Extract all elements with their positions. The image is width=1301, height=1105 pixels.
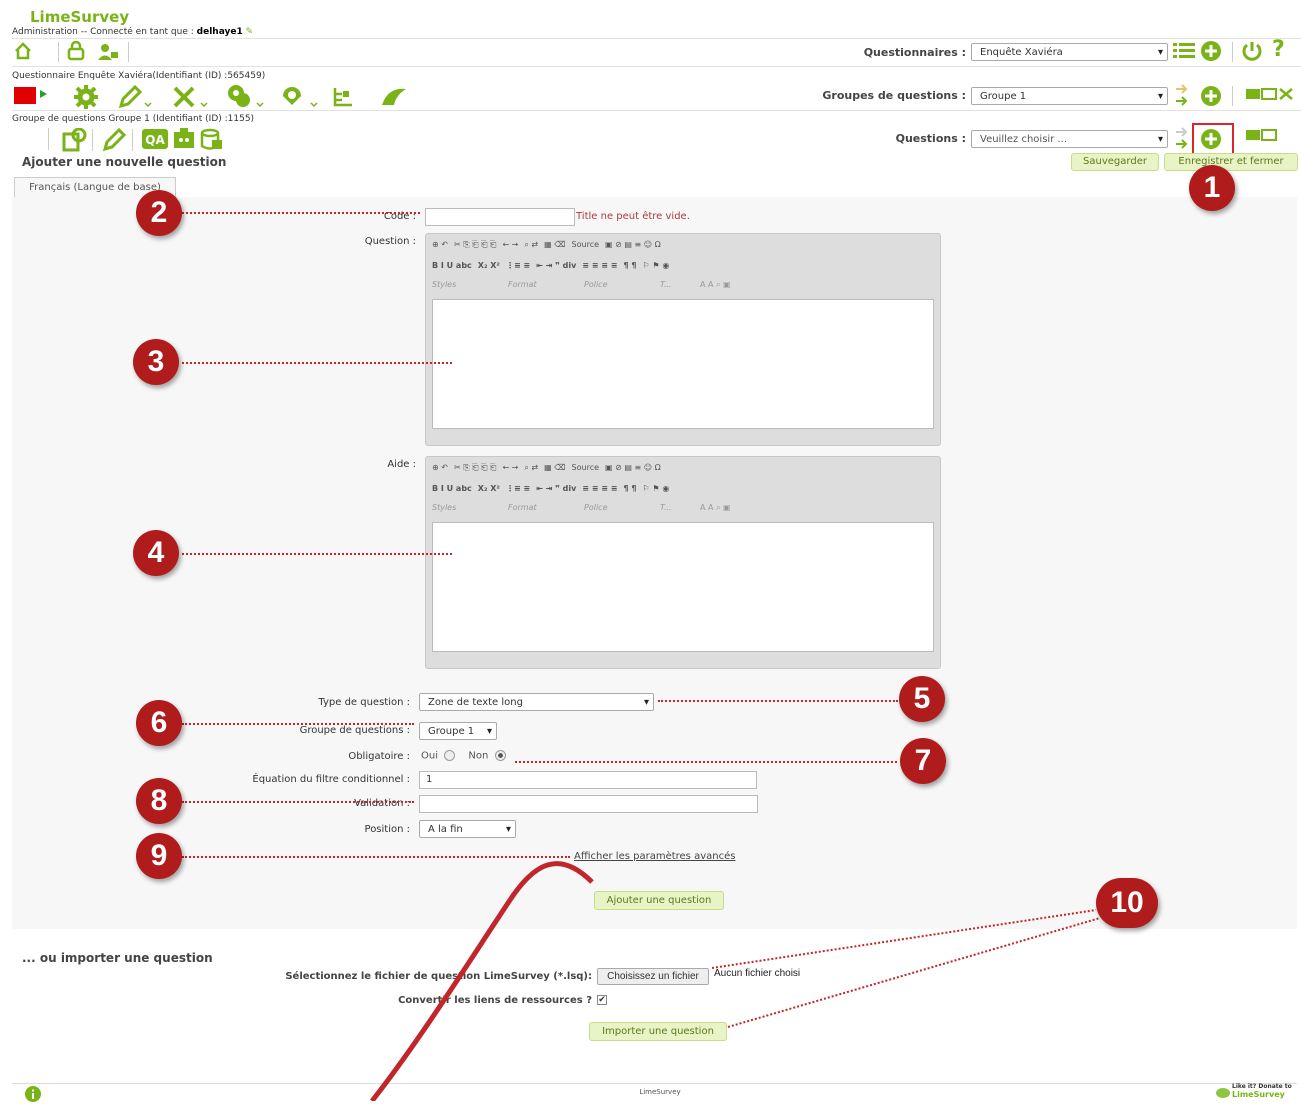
- marker-3: 3: [133, 339, 179, 385]
- annotation-lines: [370, 861, 1101, 1101]
- marker-10: 10: [1096, 878, 1158, 928]
- marker-4: 4: [133, 530, 179, 576]
- marker-8: 8: [136, 778, 182, 824]
- leader-10a: [711, 909, 1097, 969]
- big-curve-arrow: [370, 861, 594, 1101]
- marker-6: 6: [136, 700, 182, 746]
- marker-7: 7: [900, 738, 946, 784]
- leader-10b: [727, 917, 1101, 1028]
- marker-2: 2: [136, 190, 182, 236]
- marker-9: 9: [136, 833, 182, 879]
- marker-5: 5: [899, 676, 945, 722]
- marker-1: 1: [1189, 165, 1235, 211]
